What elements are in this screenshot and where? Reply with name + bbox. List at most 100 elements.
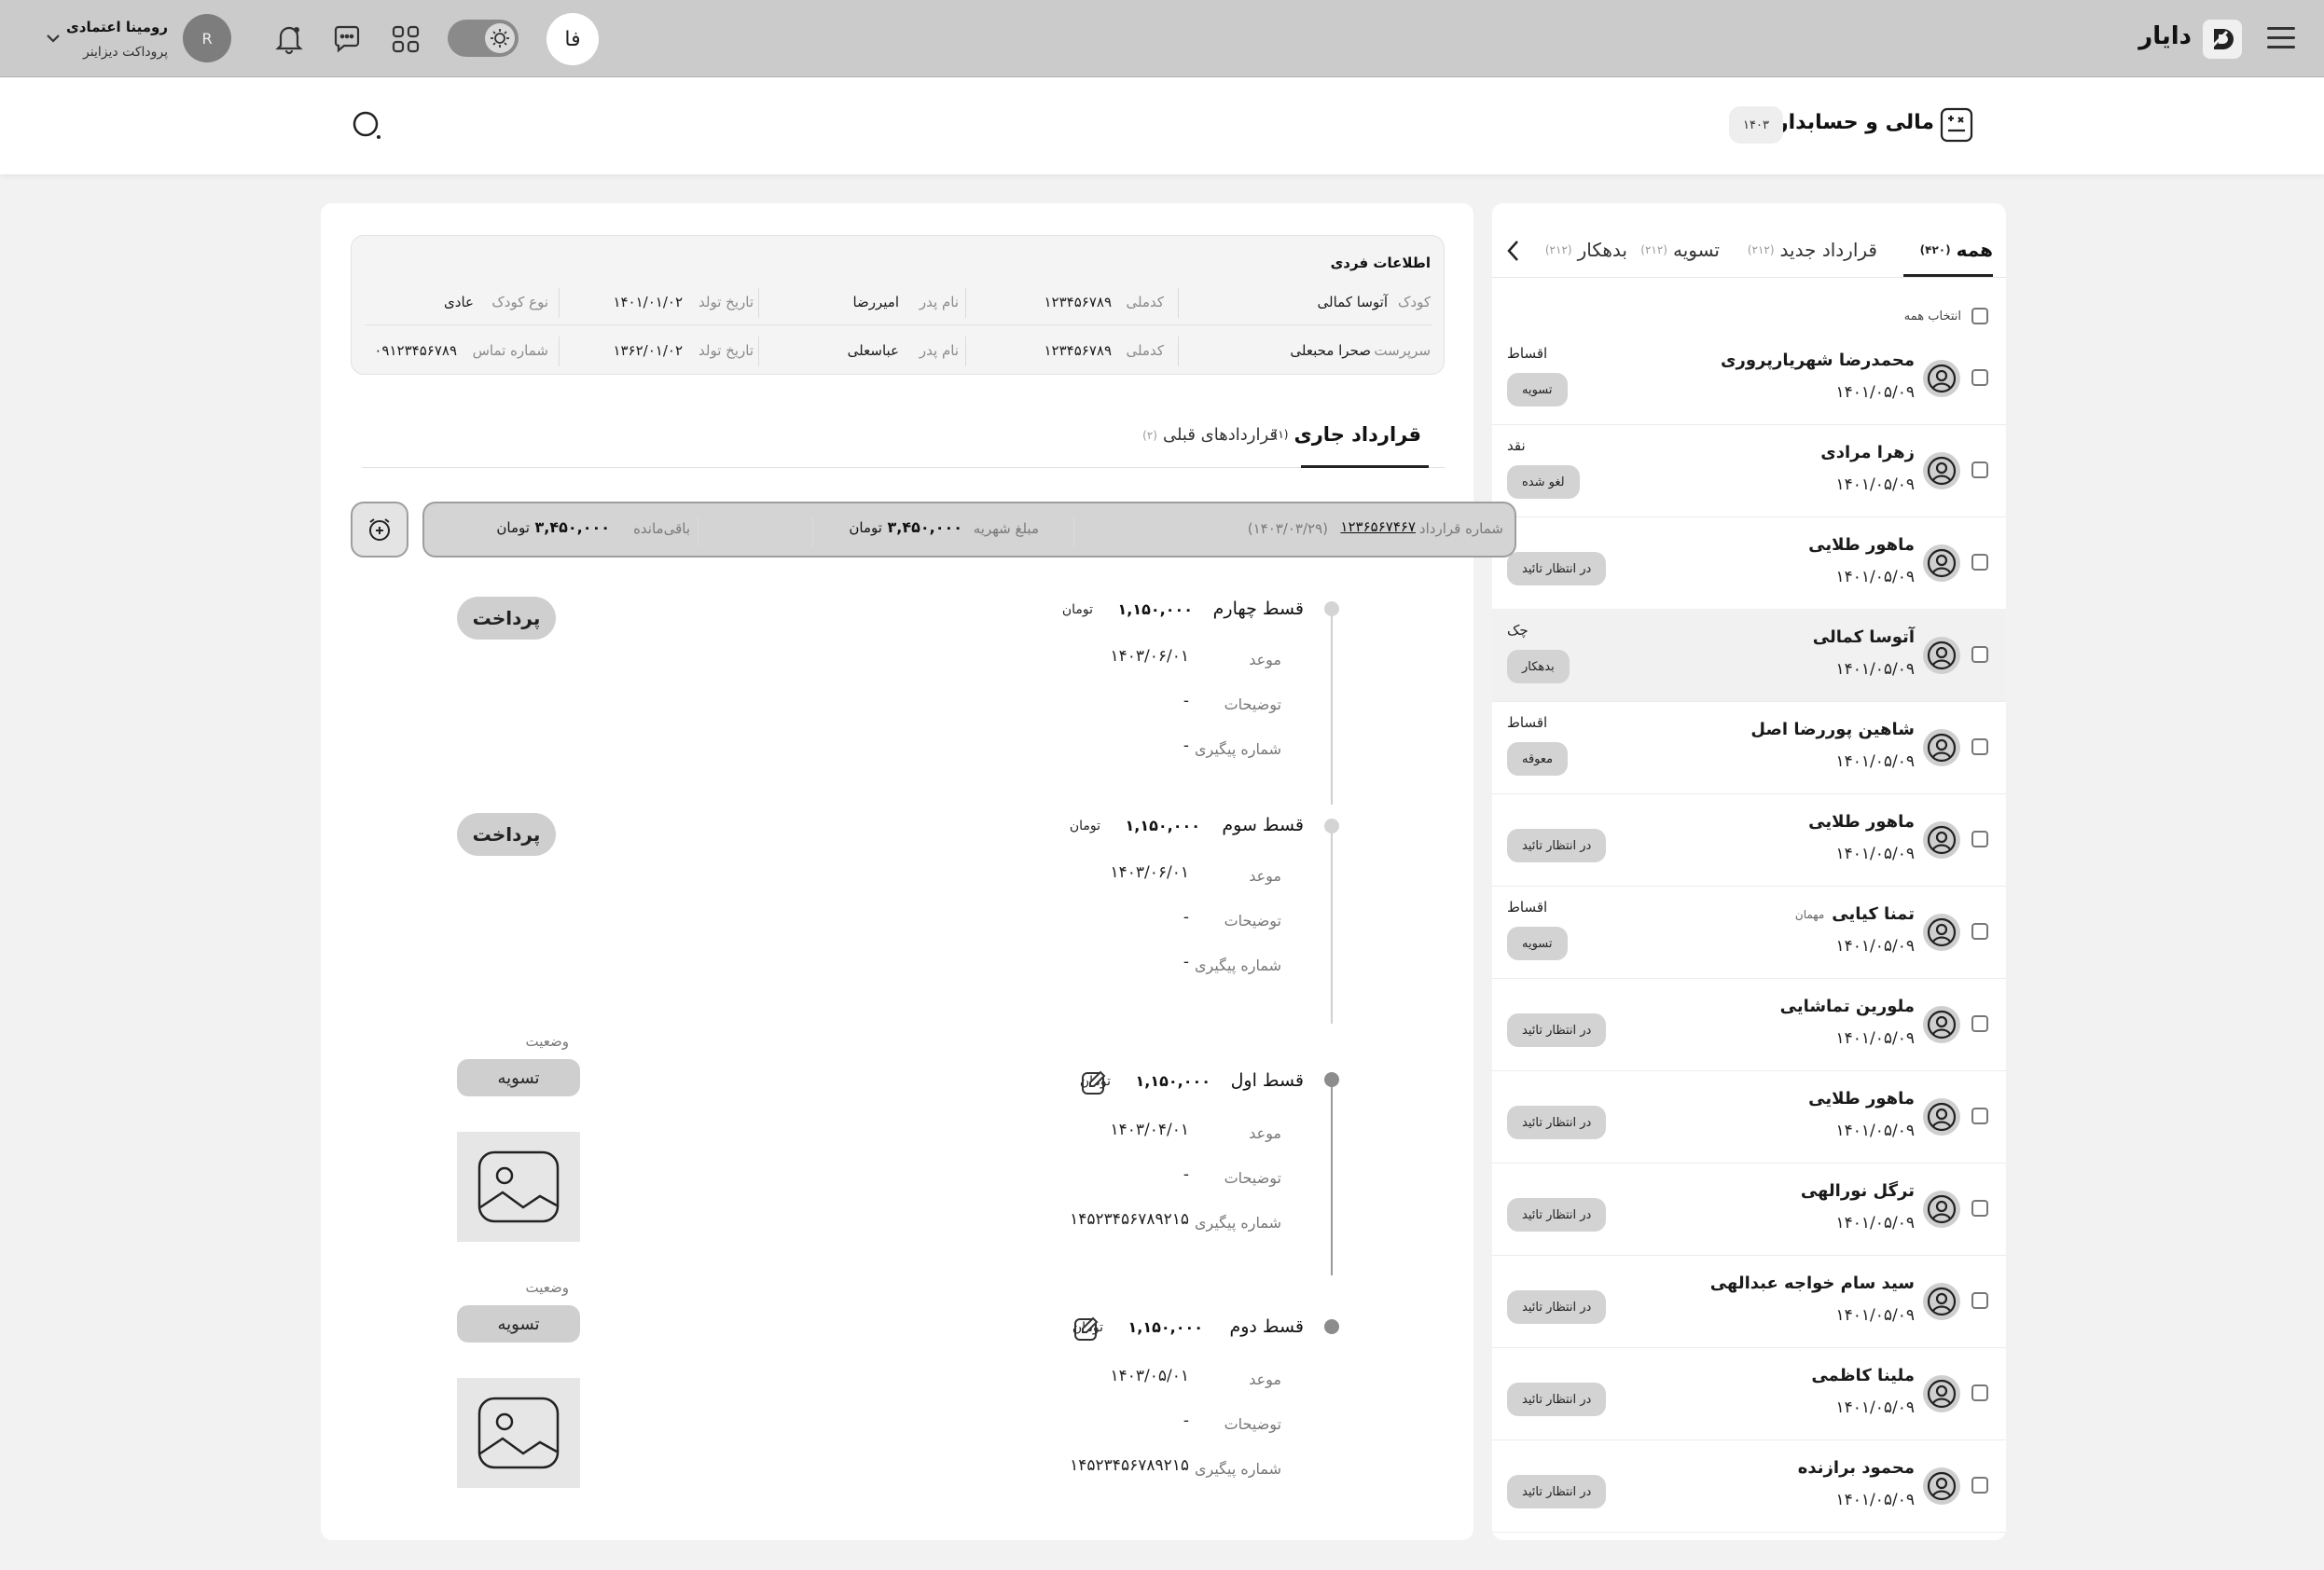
tab-count: (۴۲۰) [1919,243,1951,256]
add-reminder-button[interactable] [351,502,408,558]
list-item[interactable]: زهرا مرادی ۱۴۰۱/۰۵/۰۹ نقد لغو شده [1492,424,2006,517]
tab-current-contract[interactable]: قرارداد جاری (۱) [1274,423,1421,446]
row-checkbox[interactable] [1971,1015,1988,1032]
edit-icon[interactable] [1080,1068,1108,1096]
row-checkbox[interactable] [1971,646,1988,663]
theme-toggle[interactable] [448,20,519,57]
pay-button[interactable]: پرداخت [457,597,556,640]
brand-name: دایار [2138,22,2192,50]
list-item[interactable]: تمنا کیایی مهمان ۱۴۰۱/۰۵/۰۹ اقساط تسویه [1492,886,2006,979]
row-checkbox[interactable] [1971,554,1988,571]
due-label: موعد [1249,867,1281,885]
tuition-amount: ۳,۴۵۰,۰۰۰ تومان [849,518,962,536]
timeline-line [1331,609,1333,805]
tab-debtor[interactable]: بدهکار (۲۱۲) [1545,231,1627,269]
search-icon[interactable] [351,109,384,143]
user-avatar-icon [1923,360,1960,397]
menu-icon[interactable] [2265,24,2297,52]
chevron-left-icon[interactable] [1503,239,1524,263]
status-badge: در انتظار تائید [1507,829,1607,862]
description-value: - [1183,1165,1189,1184]
row-checkbox[interactable] [1971,1200,1988,1217]
row-checkbox[interactable] [1971,1292,1988,1309]
row-checkbox[interactable] [1971,831,1988,847]
chat-icon[interactable] [332,24,362,54]
row-checkbox[interactable] [1971,738,1988,755]
receipt-image[interactable] [457,1132,580,1242]
phone-label: شماره تماس [472,342,548,359]
currency-label: تومان [1061,602,1093,617]
row-checkbox[interactable] [1971,461,1988,478]
row-date: ۱۴۰۱/۰۵/۰۹ [1835,1306,1915,1325]
language-button[interactable]: فا [546,13,599,65]
list-item[interactable]: ماهور طلایی ۱۴۰۱/۰۵/۰۹ در انتظار تائید [1492,1070,2006,1164]
row-checkbox[interactable] [1971,1384,1988,1401]
year-badge[interactable]: ۱۴۰۳ [1729,106,1783,144]
pay-button[interactable]: پرداخت [457,813,556,856]
list-item[interactable]: ملینا کاظمی ۱۴۰۱/۰۵/۰۹ در انتظار تائید [1492,1347,2006,1440]
user-avatar-icon [1923,1467,1960,1505]
row-checkbox[interactable] [1971,923,1988,940]
row-name: تمنا کیایی مهمان [1795,904,1915,924]
notification-bell-icon[interactable] [274,23,304,55]
person-name: ملینا کاظمی [1811,1366,1915,1385]
child-type-label: نوع کودک [491,294,548,310]
row-name: ماهور طلایی [1808,1089,1915,1109]
row-date: ۱۴۰۱/۰۵/۰۹ [1835,1214,1915,1233]
row-divider [365,324,1432,325]
tabs-divider [1492,277,2006,278]
father-label: نام پدر [919,294,959,310]
row-checkbox[interactable] [1971,1108,1988,1124]
status-badge: در انتظار تائید [1507,1013,1607,1047]
due-label: موعد [1249,1370,1281,1388]
apps-grid-icon[interactable] [391,24,421,54]
select-all-checkbox[interactable] [1971,308,1988,324]
row-name: محمدرضا شهریارپروری [1721,351,1915,370]
installment-title: قسط اول [1230,1070,1304,1091]
chevron-down-icon[interactable] [45,30,62,47]
row-date: ۱۴۰۱/۰۵/۰۹ [1835,1398,1915,1417]
user-avatar-icon [1923,1098,1960,1136]
tracking-label: شماره پیگیری [1194,1460,1281,1478]
currency-label: تومان [849,519,882,536]
list-item[interactable]: محمدرضا شهریارپروری ۱۴۰۱/۰۵/۰۹ اقساط تسویه [1492,332,2006,425]
row-checkbox[interactable] [1971,369,1988,386]
status-badge: در انتظار تائید [1507,1290,1607,1324]
due-label: موعد [1249,651,1281,668]
alarm-clock-icon [369,518,390,541]
status-label: وضعیت [525,1033,569,1050]
list-item[interactable]: محمود برازنده ۱۴۰۱/۰۵/۰۹ در انتظار تائید [1492,1439,2006,1533]
status-badge: تسویه [457,1305,580,1343]
status-badge: تسویه [1507,927,1568,960]
edit-icon[interactable] [1072,1315,1100,1343]
list-item[interactable]: ماهور طلایی ۱۴۰۱/۰۵/۰۹ در انتظار تائید [1492,516,2006,610]
user-avatar-icon [1923,1283,1960,1320]
contract-number[interactable]: ۱۲۳۶۵۶۷۴۶۷ [1340,518,1416,535]
divider [758,288,759,318]
person-name: آتوسا کمالی [1812,627,1915,647]
receipt-image[interactable] [457,1378,580,1488]
divider [965,337,966,366]
tab-label: قراردادهای قبلی [1162,425,1278,445]
row-date: ۱۴۰۱/۰۵/۰۹ [1835,1122,1915,1140]
child-label: کودک [1398,294,1431,310]
person-name: ماهور طلایی [1808,812,1915,832]
description-label: توضیحات [1224,912,1281,930]
row-date: ۱۴۰۱/۰۵/۰۹ [1835,752,1915,771]
list-item[interactable]: آتوسا کمالی ۱۴۰۱/۰۵/۰۹ چک بدهکار [1492,609,2006,702]
row-checkbox[interactable] [1971,1477,1988,1494]
tab-all[interactable]: همه (۴۲۰) [1920,231,1993,269]
user-avatar[interactable]: R [183,14,231,62]
list-item[interactable]: ترگل نورالهی ۱۴۰۱/۰۵/۰۹ در انتظار تائید [1492,1163,2006,1256]
list-item[interactable]: سید سام خواجه عبدالهی ۱۴۰۱/۰۵/۰۹ در انتظار… [1492,1255,2006,1348]
divider [812,516,813,546]
divider [1178,337,1179,366]
description-label: توضیحات [1224,1169,1281,1187]
list-item[interactable]: ماهور طلایی ۱۴۰۱/۰۵/۰۹ در انتظار تائید [1492,793,2006,887]
installment-amount: ۱,۱۵۰,۰۰۰ [1127,1318,1203,1336]
list-item[interactable]: شاهین پوررضا اصل ۱۴۰۱/۰۵/۰۹ اقساط معوقه [1492,701,2006,794]
tab-new-contract[interactable]: قرارداد جدید (۲۱۲) [1748,231,1877,269]
tab-previous-contracts[interactable]: قراردادهای قبلی (۲) [1142,425,1278,445]
list-item[interactable]: ملورین تماشایی ۱۴۰۱/۰۵/۰۹ در انتظار تائید [1492,978,2006,1071]
tab-settlement[interactable]: تسویه (۲۱۲) [1640,231,1720,269]
